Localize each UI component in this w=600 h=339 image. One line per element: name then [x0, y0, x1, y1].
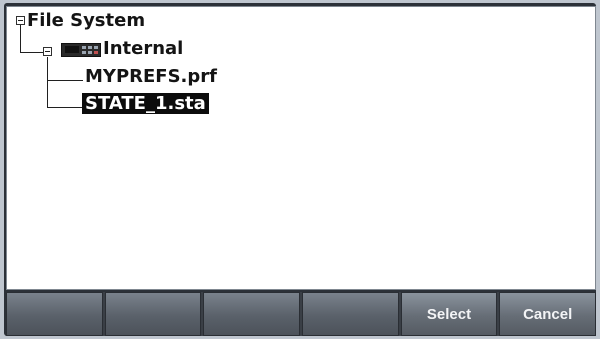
collapse-root-icon[interactable] [16, 16, 25, 25]
tree-drive-label: Internal [103, 38, 184, 59]
softkey-3-blank[interactable] [203, 292, 301, 336]
tree-file-item[interactable]: MYPREFS.prf [85, 65, 217, 89]
file-tree-pane: File System Internal MYPREFS.prf STATE_1… [6, 6, 596, 290]
tree-connector [47, 57, 48, 108]
select-button[interactable]: Select [400, 292, 498, 336]
tree-file-label: MYPREFS.prf [85, 66, 217, 87]
cancel-button[interactable]: Cancel [499, 292, 597, 336]
tree-drive-item[interactable]: Internal [103, 37, 183, 61]
tree-root-item[interactable]: File System [27, 9, 145, 33]
softkey-bar: Select Cancel [6, 292, 597, 336]
tree-connector [47, 107, 83, 108]
tree-connector [47, 80, 83, 81]
tree-root-label: File System [27, 10, 146, 31]
softkey-1-blank[interactable] [6, 292, 103, 336]
tree-file-item-selected[interactable]: STATE_1.sta [82, 92, 209, 116]
collapse-drive-icon[interactable] [43, 47, 52, 56]
tree-connector [20, 52, 44, 53]
softkey-2-blank[interactable] [104, 292, 202, 336]
drive-icon [61, 43, 101, 57]
tree-file-label-selected: STATE_1.sta [82, 93, 209, 114]
tree-connector [20, 25, 21, 53]
softkey-4-blank[interactable] [302, 292, 399, 336]
